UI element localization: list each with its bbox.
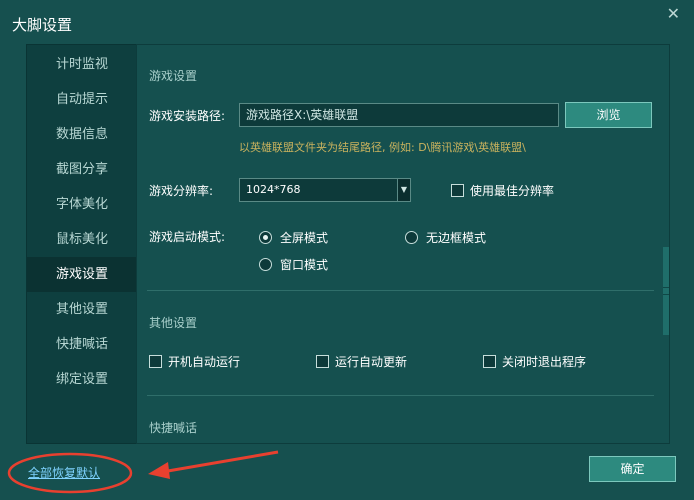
scrollbar-grip[interactable] bbox=[663, 287, 669, 295]
radio-unchecked[interactable] bbox=[405, 231, 418, 244]
sidebar: 计时监视 自动提示 数据信息 截图分享 字体美化 鼠标美化 游戏设置 其他设置 … bbox=[26, 44, 138, 444]
checkbox-box[interactable] bbox=[451, 184, 464, 197]
resolution-label: 游戏分辨率: bbox=[149, 184, 214, 198]
radio-checked[interactable] bbox=[259, 231, 272, 244]
install-path-hint: 以英雄联盟文件夹为结尾路径, 例如: D\腾讯游戏\英雄联盟\ bbox=[239, 141, 526, 154]
borderless-label: 无边框模式 bbox=[426, 231, 487, 245]
annotation-arrow-shaft bbox=[161, 450, 279, 474]
resolution-value: 1024*768 bbox=[246, 183, 301, 196]
sidebar-item-quick-chat[interactable]: 快捷喊话 bbox=[27, 327, 137, 362]
vertical-scrollbar[interactable] bbox=[663, 247, 669, 335]
resolution-select[interactable]: 1024*768 ▼ bbox=[239, 178, 411, 202]
close-icon[interactable]: ✕ bbox=[667, 6, 680, 22]
exit-on-close-checkbox[interactable]: 关闭时退出程序 bbox=[483, 353, 586, 370]
launch-mode-fullscreen[interactable]: 全屏模式 bbox=[259, 229, 328, 246]
launch-mode-windowed[interactable]: 窗口模式 bbox=[259, 256, 328, 273]
auto-update-label: 运行自动更新 bbox=[335, 355, 408, 369]
best-resolution-label: 使用最佳分辨率 bbox=[470, 184, 555, 198]
checkbox-box[interactable] bbox=[149, 355, 162, 368]
window-title: 大脚设置 bbox=[12, 16, 73, 34]
windowed-label: 窗口模式 bbox=[280, 258, 329, 272]
sidebar-item-mouse-beautify[interactable]: 鼠标美化 bbox=[27, 222, 137, 257]
fullscreen-label: 全屏模式 bbox=[280, 231, 329, 245]
sidebar-item-timer[interactable]: 计时监视 bbox=[27, 47, 137, 82]
exit-on-close-label: 关闭时退出程序 bbox=[502, 355, 587, 369]
chevron-down-icon[interactable]: ▼ bbox=[397, 179, 410, 201]
divider bbox=[147, 395, 654, 396]
divider bbox=[147, 290, 654, 291]
launch-mode-label: 游戏启动模式: bbox=[149, 230, 226, 244]
checkbox-box[interactable] bbox=[483, 355, 496, 368]
sidebar-item-data-info[interactable]: 数据信息 bbox=[27, 117, 137, 152]
ok-button[interactable]: 确定 bbox=[589, 456, 676, 482]
browse-button[interactable]: 浏览 bbox=[565, 102, 652, 128]
auto-update-checkbox[interactable]: 运行自动更新 bbox=[316, 353, 407, 370]
settings-panel: 游戏设置 游戏安装路径: 游戏路径X:\英雄联盟 浏览 以英雄联盟文件夹为结尾路… bbox=[136, 44, 670, 444]
autostart-label: 开机自动运行 bbox=[168, 355, 241, 369]
launch-mode-borderless[interactable]: 无边框模式 bbox=[405, 229, 486, 246]
install-path-label: 游戏安装路径: bbox=[149, 109, 226, 123]
sidebar-item-auto-hint[interactable]: 自动提示 bbox=[27, 82, 137, 117]
radio-unchecked[interactable] bbox=[259, 258, 272, 271]
sidebar-item-other-settings[interactable]: 其他设置 bbox=[27, 292, 137, 327]
section-title-game: 游戏设置 bbox=[149, 69, 198, 83]
best-resolution-checkbox[interactable]: 使用最佳分辨率 bbox=[451, 182, 554, 199]
sidebar-item-bind-settings[interactable]: 绑定设置 bbox=[27, 362, 137, 397]
install-path-input[interactable]: 游戏路径X:\英雄联盟 bbox=[239, 103, 559, 127]
checkbox-box[interactable] bbox=[316, 355, 329, 368]
section-title-other: 其他设置 bbox=[149, 316, 198, 330]
annotation-arrow-head bbox=[148, 462, 170, 479]
sidebar-item-font-beautify[interactable]: 字体美化 bbox=[27, 187, 137, 222]
sidebar-item-game-settings[interactable]: 游戏设置 bbox=[27, 257, 137, 292]
section-title-quick-chat: 快捷喊话 bbox=[149, 421, 198, 435]
restore-defaults-link[interactable]: 全部恢复默认 bbox=[28, 464, 100, 481]
autostart-checkbox[interactable]: 开机自动运行 bbox=[149, 353, 240, 370]
sidebar-item-screenshot-share[interactable]: 截图分享 bbox=[27, 152, 137, 187]
